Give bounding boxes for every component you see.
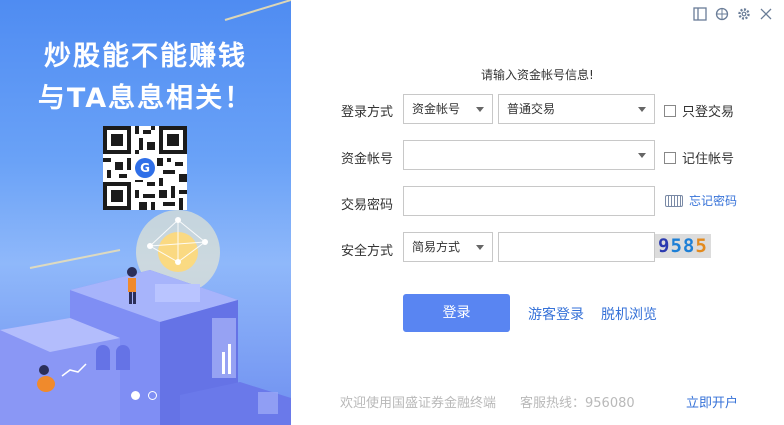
- security-code-input[interactable]: [498, 232, 655, 262]
- light-streak: [224, 0, 291, 21]
- only-trade-checkbox[interactable]: [664, 104, 676, 117]
- chevron-down-icon: [638, 153, 646, 158]
- forgot-password-link[interactable]: 忘记密码: [689, 192, 737, 209]
- light-streak: [29, 249, 121, 269]
- remember-account-label: 记住帐号: [682, 152, 735, 167]
- banner-headline-line1: 炒股能不能赚钱: [44, 41, 247, 72]
- carousel-dot-active[interactable]: [131, 391, 140, 400]
- login-method-label: 登录方式: [341, 105, 394, 120]
- captcha-char: 5: [695, 235, 708, 257]
- forgot-password-area[interactable]: 忘记密码: [665, 192, 737, 209]
- password-input[interactable]: [403, 186, 655, 216]
- promo-banner: 炒股能不能赚钱 与TA息息相关！ G: [0, 0, 291, 425]
- security-mode-select[interactable]: 简易方式: [403, 232, 493, 262]
- arch: [96, 345, 110, 370]
- settings-icon[interactable]: [736, 7, 752, 23]
- banner-headline-line2: 与TA息息相关！: [37, 83, 254, 114]
- login-panel: 请输入资金帐号信息! 登录方式 资金帐号 普通交易 只登交易 资金帐号 记住帐号…: [291, 0, 784, 425]
- only-trade-label: 只登交易: [682, 105, 735, 120]
- account-combobox[interactable]: [403, 140, 655, 170]
- theme-icon[interactable]: [714, 7, 730, 23]
- hotline-text: 客服热线：956080: [520, 396, 635, 411]
- bar: [222, 352, 225, 374]
- captcha-image[interactable]: 9585: [655, 234, 711, 258]
- pedestal: [155, 284, 200, 302]
- open-account-link[interactable]: 立即开户: [686, 392, 738, 411]
- remember-account-checkbox[interactable]: [664, 151, 676, 164]
- offline-browse-link[interactable]: 脱机浏览: [601, 304, 657, 324]
- welcome-text: 欢迎使用国盛证券金融终端: [340, 396, 497, 411]
- small-box: [258, 392, 278, 414]
- keyboard-icon[interactable]: [665, 194, 683, 207]
- account-type-value: 资金帐号: [412, 102, 461, 116]
- guest-login-link[interactable]: 游客登录: [528, 304, 584, 324]
- qr-logo-icon: G: [135, 158, 155, 178]
- bar: [228, 344, 231, 374]
- password-label: 交易密码: [341, 198, 394, 213]
- security-mode-value: 简易方式: [412, 240, 461, 254]
- close-icon[interactable]: [758, 7, 774, 23]
- remember-account-option[interactable]: 记住帐号: [664, 148, 734, 167]
- only-trade-option[interactable]: 只登交易: [664, 101, 734, 120]
- account-label: 资金帐号: [341, 152, 394, 167]
- chevron-down-icon: [638, 107, 646, 112]
- trade-type-value: 普通交易: [507, 102, 556, 116]
- captcha-char: 9: [658, 235, 671, 257]
- trade-type-select[interactable]: 普通交易: [498, 94, 655, 124]
- form-tip: 请输入资金帐号信息!: [481, 68, 594, 82]
- captcha-char: 8: [682, 235, 696, 257]
- window-controls: [692, 7, 774, 23]
- security-label: 安全方式: [341, 244, 394, 259]
- captcha-char: 5: [670, 235, 683, 257]
- panel-icon[interactable]: [692, 7, 708, 23]
- chevron-down-icon: [476, 245, 484, 250]
- arch: [116, 345, 130, 370]
- carousel-dot[interactable]: [148, 391, 157, 400]
- chevron-down-icon: [476, 107, 484, 112]
- login-button[interactable]: 登录: [403, 294, 510, 332]
- account-type-select[interactable]: 资金帐号: [403, 94, 493, 124]
